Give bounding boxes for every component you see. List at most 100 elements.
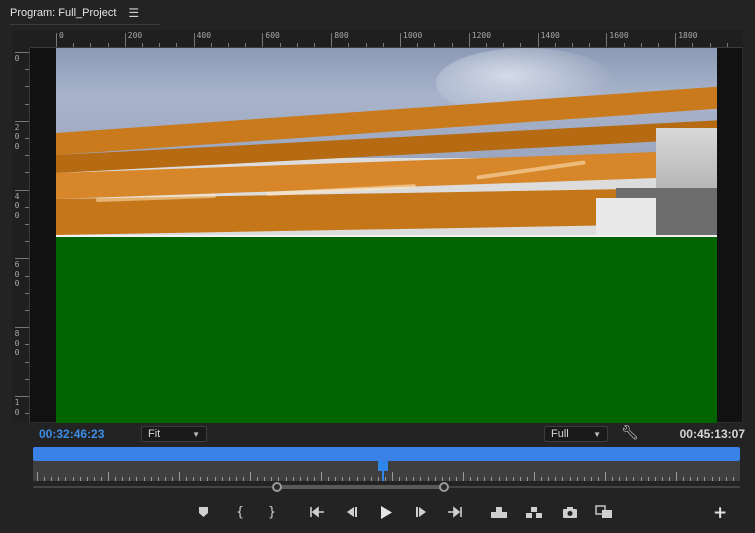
time-ruler-tick: [697, 477, 699, 481]
step-back-button[interactable]: [341, 502, 361, 522]
ruler-minor-tick: [142, 43, 143, 47]
time-ruler-tick: [576, 477, 578, 481]
time-ruler-tick: [704, 477, 706, 481]
export-frame-button[interactable]: [560, 502, 580, 522]
timeline-scrubber-bar[interactable]: [33, 447, 740, 461]
ruler-label: 200: [14, 122, 20, 151]
ruler-major-tick: [15, 120, 29, 122]
time-ruler-tick: [342, 477, 344, 481]
program-monitor-tab[interactable]: Program: Full_Project ☰: [10, 5, 139, 21]
time-ruler-tick: [250, 472, 251, 481]
time-ruler-tick: [306, 477, 308, 481]
time-ruler-tick: [384, 477, 386, 481]
go-to-out-button[interactable]: [445, 502, 465, 522]
ruler-minor-tick: [25, 138, 29, 139]
time-ruler-tick: [448, 477, 450, 481]
time-ruler[interactable]: [33, 461, 740, 481]
playback-resolution-select[interactable]: Full ▼: [544, 426, 608, 442]
panel-tab-bar: Program: Full_Project ☰: [0, 0, 755, 26]
ruler-minor-tick: [159, 43, 161, 47]
time-ruler-tick: [157, 477, 159, 481]
time-ruler-tick: [711, 477, 713, 481]
add-marker-button[interactable]: [193, 502, 213, 522]
time-ruler-tick: [647, 477, 649, 481]
ruler-minor-tick: [25, 292, 29, 294]
time-ruler-tick: [668, 477, 670, 481]
mark-in-button[interactable]: {: [230, 502, 250, 522]
monitor-controls-row: 00:32:46:23 Fit ▼ Full ▼ 🔧︎ 00:45:13:07: [30, 424, 745, 444]
chevron-down-icon: ▼: [593, 429, 601, 439]
ruler-label: 1000: [403, 31, 423, 40]
ruler-minor-tick: [314, 43, 315, 47]
time-ruler-tick: [193, 477, 195, 481]
ruler-corner: [12, 30, 30, 48]
ruler-minor-tick: [709, 43, 711, 47]
time-ruler-tick: [605, 472, 606, 481]
ruler-minor-tick: [692, 43, 694, 47]
time-ruler-tick: [278, 477, 280, 481]
time-ruler-tick: [612, 477, 614, 481]
extract-icon: [526, 506, 542, 518]
ruler-minor-tick: [25, 241, 29, 243]
ruler-minor-tick: [623, 43, 625, 47]
transport-controls: { }: [0, 500, 755, 524]
comparison-view-button[interactable]: [594, 502, 614, 522]
ruler-major-tick: [400, 33, 401, 47]
time-ruler-tick: [562, 477, 564, 481]
mark-out-button[interactable]: }: [262, 502, 282, 522]
ruler-major-tick: [468, 33, 470, 47]
ruler-minor-tick: [365, 43, 367, 47]
green-screen-area: [56, 237, 717, 423]
time-ruler-tick: [292, 477, 294, 481]
time-ruler-tick: [214, 477, 216, 481]
ruler-minor-tick: [176, 43, 178, 47]
ruler-minor-tick: [90, 43, 92, 47]
ruler-minor-tick: [382, 43, 384, 47]
zoom-scroll-bar[interactable]: [33, 482, 740, 492]
chevron-down-icon: ▼: [192, 429, 200, 439]
ruler-minor-tick: [296, 43, 298, 47]
hamburger-menu-icon[interactable]: ☰: [128, 6, 139, 20]
time-ruler-tick: [37, 472, 38, 481]
time-ruler-tick: [349, 477, 351, 481]
time-ruler-tick: [519, 477, 521, 481]
go-to-out-icon: [448, 506, 462, 518]
ruler-label: 1600: [609, 31, 629, 40]
extract-button[interactable]: [524, 502, 544, 522]
lift-button[interactable]: [489, 502, 509, 522]
time-ruler-tick: [363, 477, 365, 481]
zoom-end-handle[interactable]: [439, 482, 449, 492]
ruler-major-tick: [56, 33, 57, 47]
zoom-start-handle[interactable]: [272, 482, 282, 492]
ruler-label: 800: [334, 31, 349, 40]
ruler-label: 600: [265, 31, 280, 40]
video-viewer[interactable]: [56, 48, 717, 423]
time-ruler-tick: [534, 472, 535, 481]
ruler-minor-tick: [25, 310, 29, 311]
time-ruler-tick: [427, 477, 429, 481]
play-button[interactable]: [376, 502, 396, 522]
go-to-in-button[interactable]: [307, 502, 327, 522]
time-ruler-tick: [640, 477, 642, 481]
time-ruler-tick: [377, 477, 379, 481]
time-ruler-tick: [477, 477, 479, 481]
ruler-label: 400: [14, 191, 20, 220]
ruler-minor-tick: [25, 155, 29, 157]
time-ruler-tick: [164, 477, 166, 481]
zoom-level-select[interactable]: Fit ▼: [141, 426, 207, 442]
current-timecode[interactable]: 00:32:46:23: [39, 427, 104, 441]
ruler-minor-tick: [25, 378, 29, 380]
ruler-major-tick: [15, 189, 29, 191]
step-forward-button[interactable]: [412, 502, 432, 522]
time-ruler-tick: [505, 477, 507, 481]
add-button-icon[interactable]: +: [713, 503, 727, 523]
time-ruler-tick: [51, 477, 53, 481]
time-ruler-tick: [406, 477, 408, 481]
ruler-minor-tick: [726, 43, 728, 47]
wrench-icon[interactable]: 🔧︎: [621, 425, 639, 441]
time-ruler-tick: [313, 477, 315, 481]
time-ruler-tick: [285, 477, 287, 481]
zoom-visible-range[interactable]: [277, 485, 444, 489]
lift-icon: [491, 506, 507, 518]
ruler-minor-tick: [25, 86, 29, 88]
